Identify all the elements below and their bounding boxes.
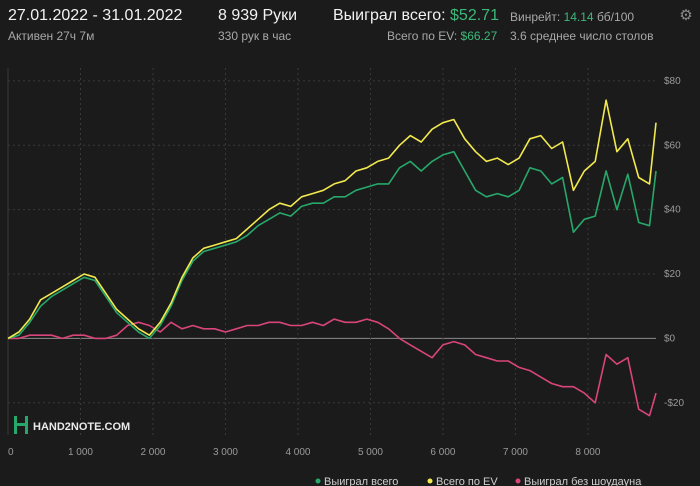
y-tick-label: $80 bbox=[664, 76, 681, 87]
x-tick-label: 4 000 bbox=[285, 447, 310, 458]
x-tick-label: 7 000 bbox=[503, 447, 528, 458]
profit-chart: $80 $60 $40 $20 $0 -$20 0 1 000 2 000 3 000 4 000… bbox=[7, 68, 684, 486]
active-time: Активен 27ч 7м bbox=[8, 29, 95, 43]
legend-swatch bbox=[427, 478, 433, 484]
legend-item: Выиграл без шоудауна bbox=[515, 476, 642, 486]
date-range: 27.01.2022 - 31.01.2022 bbox=[8, 7, 183, 24]
hands-per-hour: 330 рук в час bbox=[218, 29, 292, 43]
tables-avg: 3.6 среднее число столов bbox=[510, 29, 654, 43]
winrate: Винрейт: 14.14 бб/100 bbox=[510, 10, 634, 24]
winrate-unit: бб/100 bbox=[596, 10, 635, 24]
series-lines bbox=[7, 99, 657, 417]
won-total-label: Выиграл всего: bbox=[333, 7, 446, 24]
x-tick-label: 1 000 bbox=[68, 447, 93, 458]
series-line-ev bbox=[7, 99, 657, 340]
legend-item: Всего по EV bbox=[427, 476, 498, 486]
ev-total-value: $66.27 bbox=[460, 29, 498, 43]
stats-header: 27.01.2022 - 31.01.2022 Активен 27ч 7м 8… bbox=[0, 0, 700, 50]
winrate-value: 14.14 bbox=[563, 10, 594, 24]
legend-item: Выиграл всего bbox=[315, 476, 398, 486]
legend-swatch bbox=[315, 478, 321, 484]
ev-total: Всего по EV: $66.27 bbox=[387, 29, 497, 43]
x-tick-label: 5 000 bbox=[358, 447, 383, 458]
won-total-value: $52.71 bbox=[450, 7, 499, 24]
y-tick-label: $20 bbox=[664, 269, 681, 280]
winrate-label: Винрейт: bbox=[510, 10, 561, 24]
logo-text: HAND2NOTE.COM bbox=[33, 421, 130, 433]
x-tick-label: 8 000 bbox=[575, 447, 600, 458]
y-tick-label: $0 bbox=[664, 333, 676, 344]
legend-swatch bbox=[515, 478, 521, 484]
x-axis: 0 1 000 2 000 3 000 4 000 5 000 6 000 7 000 8 00… bbox=[8, 447, 601, 458]
y-axis: $80 $60 $40 $20 $0 -$20 bbox=[664, 76, 684, 409]
y-tick-label: $60 bbox=[664, 140, 681, 151]
grid bbox=[7, 68, 656, 435]
hand2note-logo: HAND2NOTE.COM bbox=[14, 416, 130, 434]
y-tick-label: $40 bbox=[664, 205, 681, 216]
series-line-no-showdown bbox=[8, 318, 657, 417]
x-tick-label: 0 bbox=[8, 447, 14, 458]
y-tick-label: -$20 bbox=[664, 398, 684, 409]
x-tick-label: 6 000 bbox=[430, 447, 455, 458]
hands-count: 8 939 Руки bbox=[218, 7, 298, 24]
x-tick-label: 2 000 bbox=[140, 447, 165, 458]
won-total: Выиграл всего: $52.71 bbox=[333, 7, 499, 25]
ev-total-label: Всего по EV: bbox=[387, 29, 458, 43]
legend: Выиграл всего Всего по EV Выиграл без шоуд… bbox=[315, 476, 642, 486]
x-tick-label: 3 000 bbox=[213, 447, 238, 458]
legend-label: Выиграл без шоудауна bbox=[524, 476, 642, 486]
gear-icon[interactable]: ⚙ bbox=[678, 8, 694, 24]
legend-label: Выиграл всего bbox=[324, 476, 398, 486]
legend-label: Всего по EV bbox=[436, 476, 498, 486]
hand2note-logo-icon bbox=[14, 416, 28, 434]
series-line-won bbox=[7, 150, 657, 340]
